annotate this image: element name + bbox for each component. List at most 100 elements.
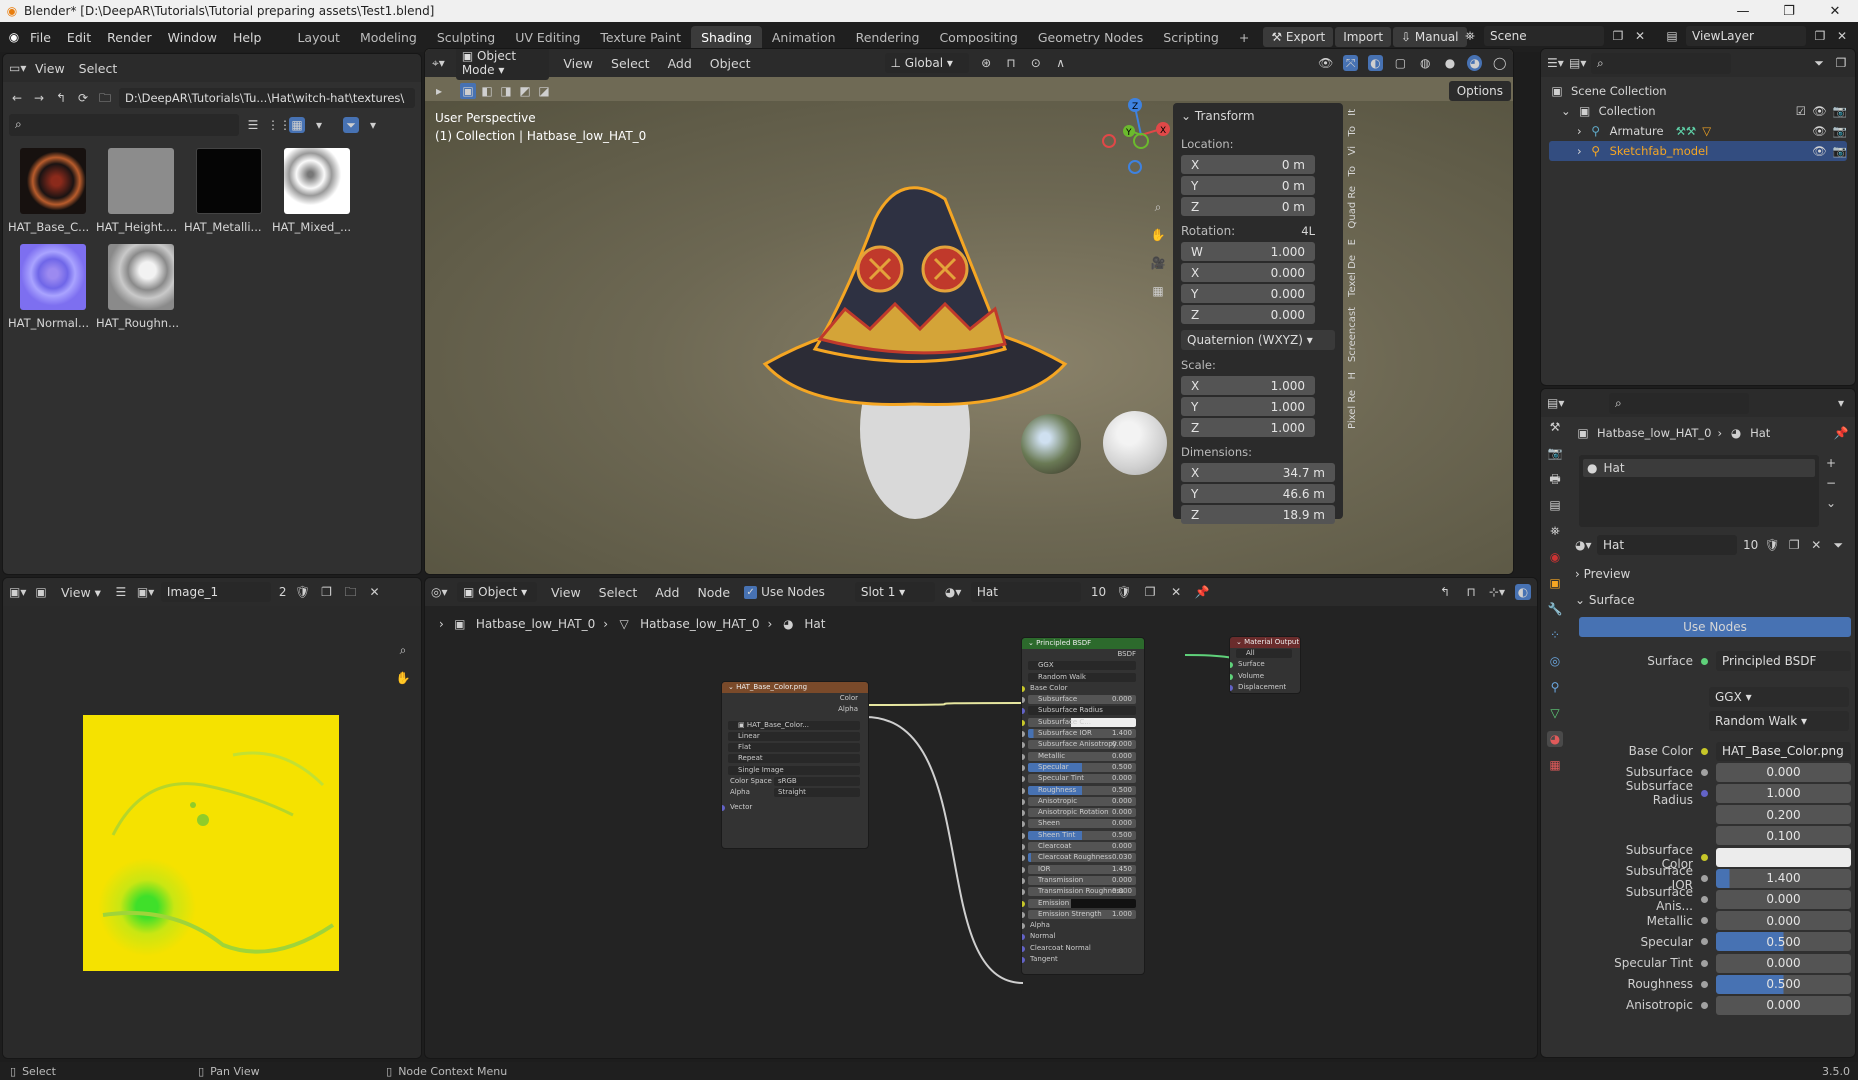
forward-icon[interactable]: → (31, 90, 47, 106)
filter-settings-icon[interactable]: ▾ (365, 117, 381, 133)
hat-model[interactable] (725, 159, 1105, 539)
node-input-row[interactable]: Alpha (1022, 920, 1144, 931)
unlink-image-icon[interactable]: ✕ (367, 584, 383, 600)
checkbox-icon[interactable]: ☑ (1796, 104, 1806, 118)
rotation-z-field[interactable]: Z 0.000 (1181, 305, 1315, 324)
proportional-edit-icon[interactable]: ⊙ (1028, 55, 1043, 71)
dimension-x-field[interactable]: X 34.7 m (1181, 463, 1335, 482)
node-socket[interactable] (1022, 810, 1025, 817)
editor-type-icon[interactable]: ▤▾ (1547, 395, 1564, 411)
node-input-row[interactable]: Subsurface 0.000 (1022, 694, 1144, 705)
blender-menu-icon[interactable]: ◉ (6, 29, 22, 45)
material-users[interactable]: 10 (1743, 538, 1758, 552)
eye-icon[interactable]: 👁 (1812, 144, 1827, 158)
distribution-dropdown[interactable]: GGX ▾ (1709, 687, 1849, 707)
node-socket[interactable] (1022, 889, 1025, 896)
gizmo-icon[interactable]: ⤧ (1343, 55, 1359, 71)
node-image-field[interactable]: ▣ HAT_Base_Color... (722, 720, 868, 731)
node-input-row[interactable]: Roughness 0.500 (1022, 785, 1144, 796)
node-title[interactable]: ⌄ HAT_Base_Color.png (722, 682, 868, 693)
node-socket[interactable] (1022, 934, 1025, 941)
sidebar-tab-h[interactable]: H (1347, 372, 1363, 380)
output-icon[interactable]: 🖶 (1547, 471, 1563, 487)
sidebar-tab-tool-2[interactable]: To (1347, 166, 1363, 177)
property-value-field[interactable]: HAT_Base_Color.png (1716, 741, 1851, 761)
property-value-field[interactable]: 0.500 (1716, 974, 1851, 994)
node-input-row[interactable]: Transmission Roughness 0.000 (1022, 886, 1144, 897)
shading-material-icon[interactable]: ◕ (1467, 55, 1483, 71)
editor-type-icon[interactable]: ☰▾ (1547, 55, 1564, 71)
use-nodes-button[interactable]: Use Nodes (1579, 617, 1851, 637)
export-button[interactable]: ⚒ Export (1263, 27, 1334, 47)
file-item[interactable]: HAT_Height.... (96, 148, 185, 234)
node-input-row[interactable]: IOR 1.450 (1022, 864, 1144, 875)
rotation-y-field[interactable]: Y 0.000 (1181, 284, 1315, 303)
chevron-right-icon[interactable]: › (1577, 124, 1582, 138)
property-socket-icon[interactable] (1701, 1001, 1708, 1009)
eye-icon[interactable]: 👁 (1812, 104, 1827, 118)
node-input-displacement[interactable]: Displacement (1230, 682, 1300, 693)
dimension-z-field[interactable]: Z 18.9 m (1181, 505, 1335, 524)
property-value-field[interactable]: 0.000 (1716, 995, 1851, 1015)
node-title[interactable]: ⌄ Material Output (1230, 637, 1300, 648)
node-input-surface[interactable]: Surface (1230, 659, 1300, 670)
fake-user-icon[interactable]: 🛡 (295, 584, 311, 600)
subsurface-method-dropdown[interactable]: Random Walk ▾ (1709, 711, 1849, 731)
node-alpha-row[interactable]: Alpha Straight (722, 787, 868, 798)
snap-icon[interactable]: ⊓ (1004, 55, 1019, 71)
node-input-row[interactable]: Metallic 0.000 (1022, 751, 1144, 762)
sidebar-tab-texel-density[interactable]: Texel De (1347, 255, 1363, 297)
outliner-search-input[interactable]: ⌕ (1591, 52, 1731, 74)
browse-material-icon[interactable]: ◕▾ (1575, 537, 1592, 553)
node-input-row[interactable]: Anisotropic Rotation 0.000 (1022, 807, 1144, 818)
new-image-icon[interactable]: ❐ (319, 584, 335, 600)
node-input-row[interactable]: Sheen 0.000 (1022, 818, 1144, 829)
node-color-space-row[interactable]: Color Space sRGB (722, 776, 868, 787)
editor-type-icon[interactable]: ⌖▾ (431, 55, 446, 71)
node-input-row[interactable]: Emission Strength 1.000 (1022, 909, 1144, 920)
view-mode-icon[interactable]: ▣ (33, 584, 49, 600)
open-image-icon[interactable]: 🗀 (343, 584, 359, 600)
tab-animation[interactable]: Animation (762, 26, 846, 49)
surface-section[interactable]: ⌄ Surface (1575, 593, 1851, 607)
property-socket-icon[interactable] (1701, 789, 1708, 797)
node-input-row[interactable]: Subsurface IOR 1.400 (1022, 728, 1144, 739)
options-button[interactable]: Options (1448, 81, 1511, 101)
property-socket-icon[interactable] (1701, 895, 1708, 903)
scene-selector[interactable]: Scene (1484, 26, 1604, 46)
node-input-row[interactable]: Clearcoat Roughness 0.030 (1022, 852, 1144, 863)
visibility-icon[interactable]: 👁 (1318, 55, 1333, 71)
node-sss-method-dropdown[interactable]: Random Walk (1022, 672, 1144, 683)
close-icon[interactable]: ✕ (1812, 4, 1858, 19)
node-input-row[interactable]: Sheen Tint 0.500 (1022, 830, 1144, 841)
file-item[interactable]: HAT_Normal... (8, 244, 97, 330)
editor-type-icon[interactable]: ▭▾ (9, 60, 26, 76)
property-value-field[interactable]: 1.000 (1716, 783, 1851, 803)
node-socket[interactable] (1022, 821, 1025, 828)
node-input-row[interactable]: Anisotropic 0.000 (1022, 796, 1144, 807)
camera-icon[interactable]: 📷 (1833, 104, 1847, 118)
eye-icon[interactable]: 👁 (1812, 124, 1827, 138)
navigation-gizmo[interactable]: X Z Y (1101, 95, 1181, 175)
ortho-toggle-icon[interactable]: ▦ (1150, 283, 1166, 299)
import-button[interactable]: Import (1335, 27, 1392, 47)
file-item[interactable]: HAT_Base_C... (8, 148, 97, 234)
zoom-icon[interactable]: ⌕ (395, 642, 411, 658)
pan-icon[interactable]: ✋ (1150, 227, 1166, 243)
hamburger-menu-icon[interactable]: ☰ (113, 584, 129, 600)
refresh-icon[interactable]: ⟳ (75, 90, 91, 106)
chevron-down-icon[interactable]: ⌄ (1561, 104, 1571, 118)
node-socket[interactable] (1022, 945, 1025, 952)
zoom-icon[interactable]: ⌕ (1150, 199, 1166, 215)
scene-icon[interactable]: ⛯ (1547, 523, 1563, 539)
property-value-field[interactable]: 0.000 (1716, 911, 1851, 931)
tab-texture-paint[interactable]: Texture Paint (590, 26, 691, 49)
node-input-base-color[interactable]: Base Color (1022, 683, 1144, 694)
render-icon[interactable]: 📷 (1547, 445, 1563, 461)
node-input-row[interactable]: Normal (1022, 931, 1144, 942)
rotation-x-field[interactable]: X 0.000 (1181, 263, 1315, 282)
xray-icon[interactable]: ▢ (1393, 55, 1408, 71)
property-socket-icon[interactable] (1701, 874, 1708, 882)
property-socket-icon[interactable] (1701, 747, 1708, 755)
node-socket[interactable] (1022, 923, 1025, 930)
